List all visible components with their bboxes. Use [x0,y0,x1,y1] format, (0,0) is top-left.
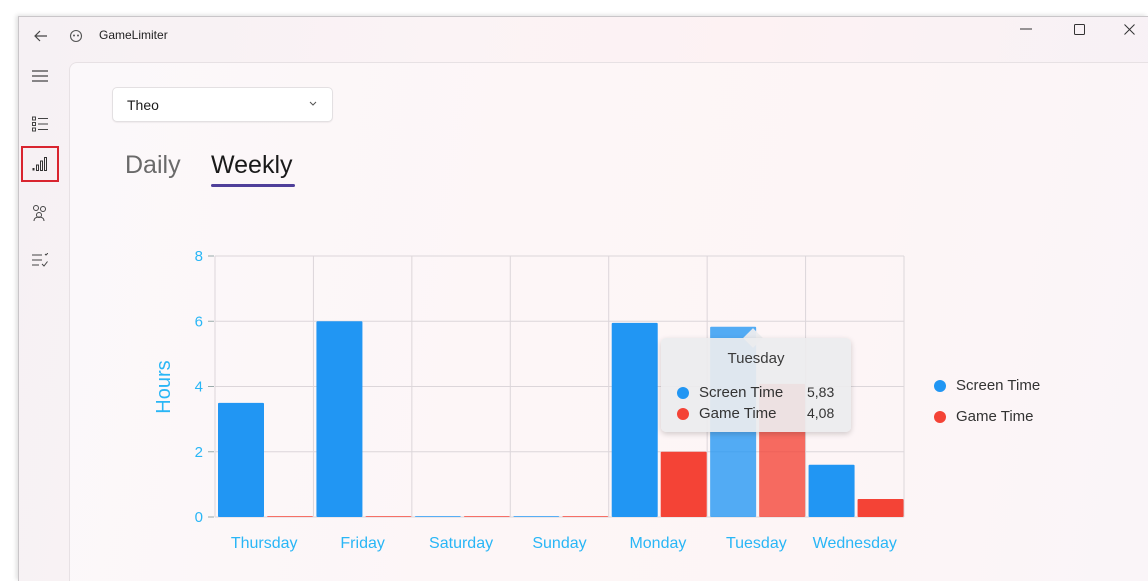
bar-game-time-thursday [267,516,313,517]
tooltip-row-game-time: Game Time [677,405,777,422]
tooltip-screen-time-value: 5,83 [807,384,835,400]
bar-game-time-monday [660,451,707,517]
x-tick-label: Tuesday [726,535,787,552]
legend-screen-time[interactable]: Screen Time [934,377,1040,394]
x-tick-label: Sunday [532,535,586,552]
bar-game-time-friday [365,516,412,517]
bar-screen-time-friday [316,321,363,517]
x-tick-label: Thursday [231,535,298,552]
chart-tooltip: Tuesday Screen Time 5,83 Game Time 4,08 [661,338,851,432]
legend-game-time-label: Game Time [956,408,1034,425]
legend-screen-time-label: Screen Time [956,377,1041,394]
bar-game-time-wednesday [857,499,904,517]
y-axis-label: Hours [153,360,175,413]
x-tick-label: Friday [340,535,384,552]
y-tick-label: 6 [195,313,203,330]
y-tick-label: 4 [195,379,203,396]
y-tick-label: 0 [195,509,203,526]
y-tick-label: 2 [195,444,203,461]
bar-game-time-sunday [562,516,609,517]
legend-game-time[interactable]: Game Time [934,408,1034,425]
tooltip-game-time-label: Game Time [699,405,777,422]
tooltip-game-time-dot [677,407,689,420]
bar-screen-time-wednesday [808,464,855,517]
y-tick-label: 8 [195,248,203,265]
weekly-bar-chart: 0 2 4 6 8 Thursday Friday Saturday Sunday Monday T… [153,248,905,552]
tooltip-title: Tuesday [727,350,785,367]
x-tick-label: Monday [629,535,686,552]
legend-screen-time-dot [934,379,946,392]
bar-game-time-saturday [463,516,510,517]
x-tick-label: Wednesday [813,535,897,552]
bar-screen-time-thursday [218,402,264,517]
tooltip-screen-time-dot [677,386,689,399]
bar-screen-time-monday [611,322,658,517]
bar-screen-time-saturday [414,516,461,517]
tooltip-game-time-value: 4,08 [807,405,835,421]
x-tick-label: Saturday [429,535,493,552]
legend-game-time-dot [934,410,946,423]
bar-screen-time-sunday [513,516,560,517]
tooltip-row-screen-time: Screen Time [677,384,783,401]
tooltip-screen-time-label: Screen Time [699,384,784,401]
